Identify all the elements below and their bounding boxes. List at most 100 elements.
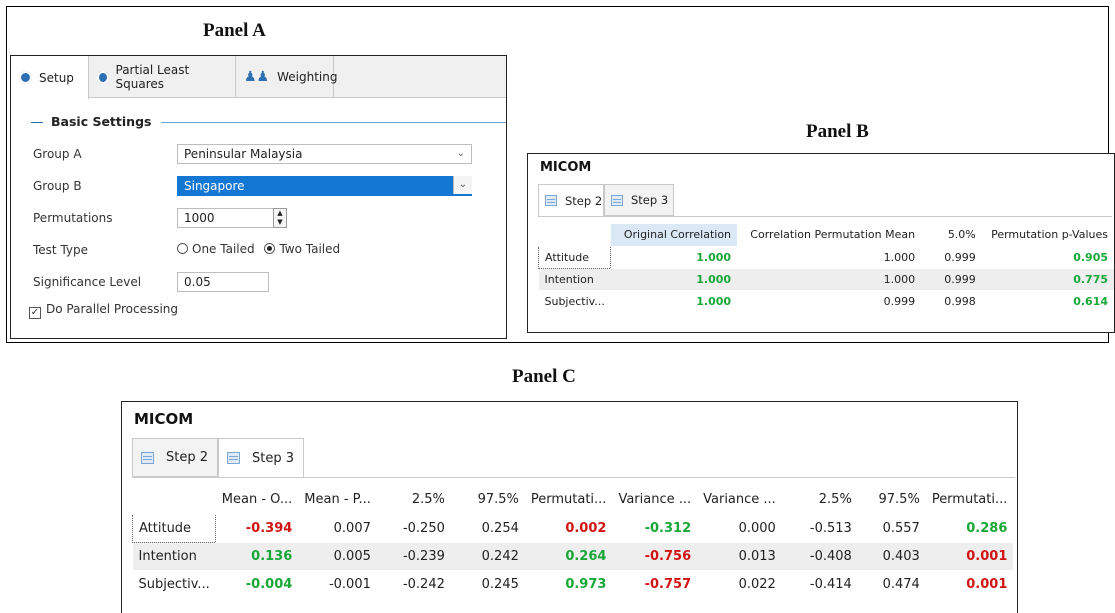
tab-step-3[interactable]: Step 3 <box>604 184 674 216</box>
section-title: Basic Settings <box>51 114 152 129</box>
column-header[interactable]: Mean - O... <box>215 486 299 515</box>
column-header[interactable]: 2.5% <box>781 486 858 515</box>
tab-divider <box>132 477 1015 478</box>
cell: 0.973 <box>524 570 613 599</box>
radio-icon <box>177 243 188 254</box>
cell: 1.000 <box>610 246 738 269</box>
tab-label: Step 3 <box>252 450 295 466</box>
cell: 1.000 <box>737 246 922 269</box>
cell: 0.999 <box>737 290 922 313</box>
cell: -0.242 <box>376 570 451 599</box>
panel-b-title: Panel B <box>806 121 869 142</box>
column-header[interactable]: Correlation Permutation Mean <box>737 224 922 247</box>
table-row[interactable]: Subjectiv... -0.004 -0.001 -0.242 0.245 … <box>132 570 1014 599</box>
tab-label: Partial Least Squares <box>115 63 190 91</box>
table-icon <box>545 195 557 206</box>
checkmark-icon: ✓ <box>29 307 41 319</box>
people-icon: ♟♟ <box>244 69 270 85</box>
row-label: Subjectiv... <box>132 570 216 599</box>
cell: 0.254 <box>450 514 525 543</box>
column-header[interactable]: 2.5% <box>376 486 451 515</box>
tab-setup[interactable]: Setup <box>11 56 89 99</box>
row-label: Subjectiv... <box>538 290 611 313</box>
radio-two-tailed[interactable]: Two Tailed <box>264 242 340 256</box>
gear-icon <box>97 70 109 84</box>
table-row[interactable]: Attitude -0.394 0.007 -0.250 0.254 0.002… <box>131 513 1014 543</box>
column-header[interactable]: Permutation p-Values <box>981 224 1114 247</box>
cell: 0.474 <box>857 570 926 599</box>
tab-weighting[interactable]: ♟♟ Weighting <box>236 56 338 98</box>
significance-value: 0.05 <box>184 275 211 289</box>
column-header[interactable]: 97.5% <box>857 486 926 515</box>
row-label: Intention <box>538 268 611 291</box>
table-icon <box>611 194 623 206</box>
permutations-stepper[interactable]: 1000 ▲ ▼ <box>177 208 287 228</box>
tab-step-2[interactable]: Step 2 <box>538 184 604 217</box>
radio-one-tailed[interactable]: One Tailed <box>177 242 255 256</box>
column-header[interactable]: Permutati... <box>925 486 1014 515</box>
group-a-label: Group A <box>33 147 82 161</box>
cell: 0.775 <box>981 268 1114 291</box>
table-row[interactable]: Intention 0.136 0.005 -0.239 0.242 0.264… <box>132 542 1014 571</box>
cell: 0.998 <box>921 290 982 313</box>
column-header[interactable]: Original Correlation <box>610 224 738 247</box>
chevron-down-icon: ⌄ <box>453 176 472 194</box>
group-b-value: Singapore <box>184 179 245 193</box>
cell: -0.408 <box>781 542 858 571</box>
test-type-radio-group: One Tailed Two Tailed <box>177 242 340 256</box>
panel-a-title: Panel A <box>203 20 266 41</box>
permutations-label: Permutations <box>33 211 113 225</box>
app-title: MICOM <box>134 410 194 428</box>
significance-input[interactable]: 0.05 <box>177 272 269 292</box>
table-header-row: Original Correlation Correlation Permuta… <box>538 224 1114 247</box>
column-header[interactable]: Variance ... <box>697 486 782 515</box>
results-table: Mean - O... Mean - P... 2.5% 97.5% Permu… <box>131 486 1014 599</box>
column-header[interactable]: Mean - P... <box>298 486 377 515</box>
app-title: MICOM <box>540 160 592 175</box>
cell: 0.022 <box>697 570 782 599</box>
column-header[interactable]: 5.0% <box>921 224 982 247</box>
cell: -0.239 <box>376 542 451 571</box>
cell: 0.999 <box>921 246 982 269</box>
cell: 0.136 <box>215 542 299 571</box>
significance-label: Significance Level <box>33 275 142 289</box>
row-label: Attitude <box>537 245 612 269</box>
settings-tabbar: Setup Partial Least Squares ♟♟ Weighting <box>11 56 506 99</box>
table-row[interactable]: Intention 1.000 1.000 0.999 0.775 <box>538 268 1114 291</box>
gear-icon <box>19 71 32 84</box>
table-row[interactable]: Attitude 1.000 1.000 0.999 0.905 <box>537 245 1114 269</box>
tab-label: Weighting <box>277 70 338 84</box>
column-header[interactable]: Permutati... <box>524 486 613 515</box>
cell: 0.614 <box>981 290 1114 313</box>
parallel-processing-checkbox[interactable]: ✓ Do Parallel Processing <box>29 302 178 319</box>
tab-label: Setup <box>39 70 74 85</box>
radio-label: One Tailed <box>192 242 255 256</box>
cell: -0.513 <box>781 514 858 543</box>
test-type-label: Test Type <box>33 243 89 257</box>
panel-c-title: Panel C <box>512 366 576 387</box>
cell: 0.001 <box>925 542 1014 571</box>
cell: -0.250 <box>376 514 451 543</box>
cell: -0.312 <box>612 514 698 543</box>
cell: 0.013 <box>697 542 782 571</box>
cell: 0.005 <box>298 542 377 571</box>
micom-step2-window: MICOM Step 2 Step 3 Original Correlation… <box>527 153 1115 333</box>
permutations-value: 1000 <box>184 211 215 225</box>
cell: 0.905 <box>981 246 1114 269</box>
column-header[interactable]: 97.5% <box>450 486 525 515</box>
section-divider <box>161 122 506 123</box>
cell: -0.004 <box>215 570 299 599</box>
row-label: Attitude <box>131 513 217 543</box>
tab-partial-least-squares[interactable]: Partial Least Squares <box>89 56 236 98</box>
tab-step-2[interactable]: Step 2 <box>132 438 218 477</box>
cell: -0.001 <box>298 570 377 599</box>
table-row[interactable]: Subjectiv... 1.000 0.999 0.998 0.614 <box>538 290 1114 313</box>
column-header[interactable]: Variance ... <box>612 486 698 515</box>
cell: 0.245 <box>450 570 525 599</box>
tab-divider <box>538 216 1112 217</box>
spinner-arrows-icon[interactable]: ▲ ▼ <box>273 208 287 228</box>
group-a-select[interactable]: Peninsular Malaysia ⌄ <box>177 144 472 164</box>
tab-step-3[interactable]: Step 3 <box>218 438 304 478</box>
group-b-select[interactable]: Singapore ⌄ <box>177 176 472 196</box>
corner-cell <box>538 224 611 247</box>
